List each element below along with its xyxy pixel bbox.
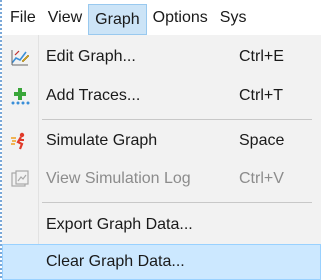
menu-bar: File View Graph Options Sys (2, 0, 321, 36)
menu-item-label: Export Graph Data... (46, 216, 193, 233)
add-traces-icon (10, 86, 30, 106)
menu-item-add-traces[interactable]: Add Traces... Ctrl+T (2, 78, 321, 114)
graph-dropdown-menu: Edit Graph... Ctrl+E Add Traces... Ctrl+… (2, 35, 321, 280)
menu-item-label: Edit Graph... (46, 48, 136, 65)
menu-options[interactable]: Options (147, 0, 214, 36)
edit-graph-icon (10, 47, 30, 67)
menu-item-shortcut: Ctrl+E (239, 48, 284, 65)
menu-system[interactable]: Sys (214, 0, 253, 36)
menu-item-shortcut: Space (239, 132, 285, 149)
menu-item-label: Simulate Graph (46, 132, 158, 149)
simulation-log-icon (10, 169, 30, 189)
menu-file[interactable]: File (2, 0, 42, 36)
menu-item-export-graph-data[interactable]: Export Graph Data... (2, 207, 321, 243)
menu-graph[interactable]: Graph (88, 4, 147, 35)
menu-item-clear-graph-data[interactable]: Clear Graph Data... (2, 244, 321, 280)
menu-item-simulate-graph[interactable]: Simulate Graph Space (2, 123, 321, 159)
app-window: File View Graph Options Sys Edit Graph..… (0, 0, 321, 280)
menu-item-shortcut: Ctrl+V (239, 170, 284, 187)
menu-item-view-simulation-log: View Simulation Log Ctrl+V (2, 161, 321, 197)
menu-item-edit-graph[interactable]: Edit Graph... Ctrl+E (2, 39, 321, 75)
menu-item-label: Clear Graph Data... (46, 253, 185, 270)
menu-separator (42, 119, 312, 120)
menu-item-label: View Simulation Log (46, 170, 191, 187)
simulate-icon (10, 131, 30, 151)
menu-view[interactable]: View (42, 0, 88, 36)
menu-item-shortcut: Ctrl+T (239, 87, 283, 104)
menu-separator (42, 202, 312, 203)
menu-item-label: Add Traces... (46, 87, 141, 104)
